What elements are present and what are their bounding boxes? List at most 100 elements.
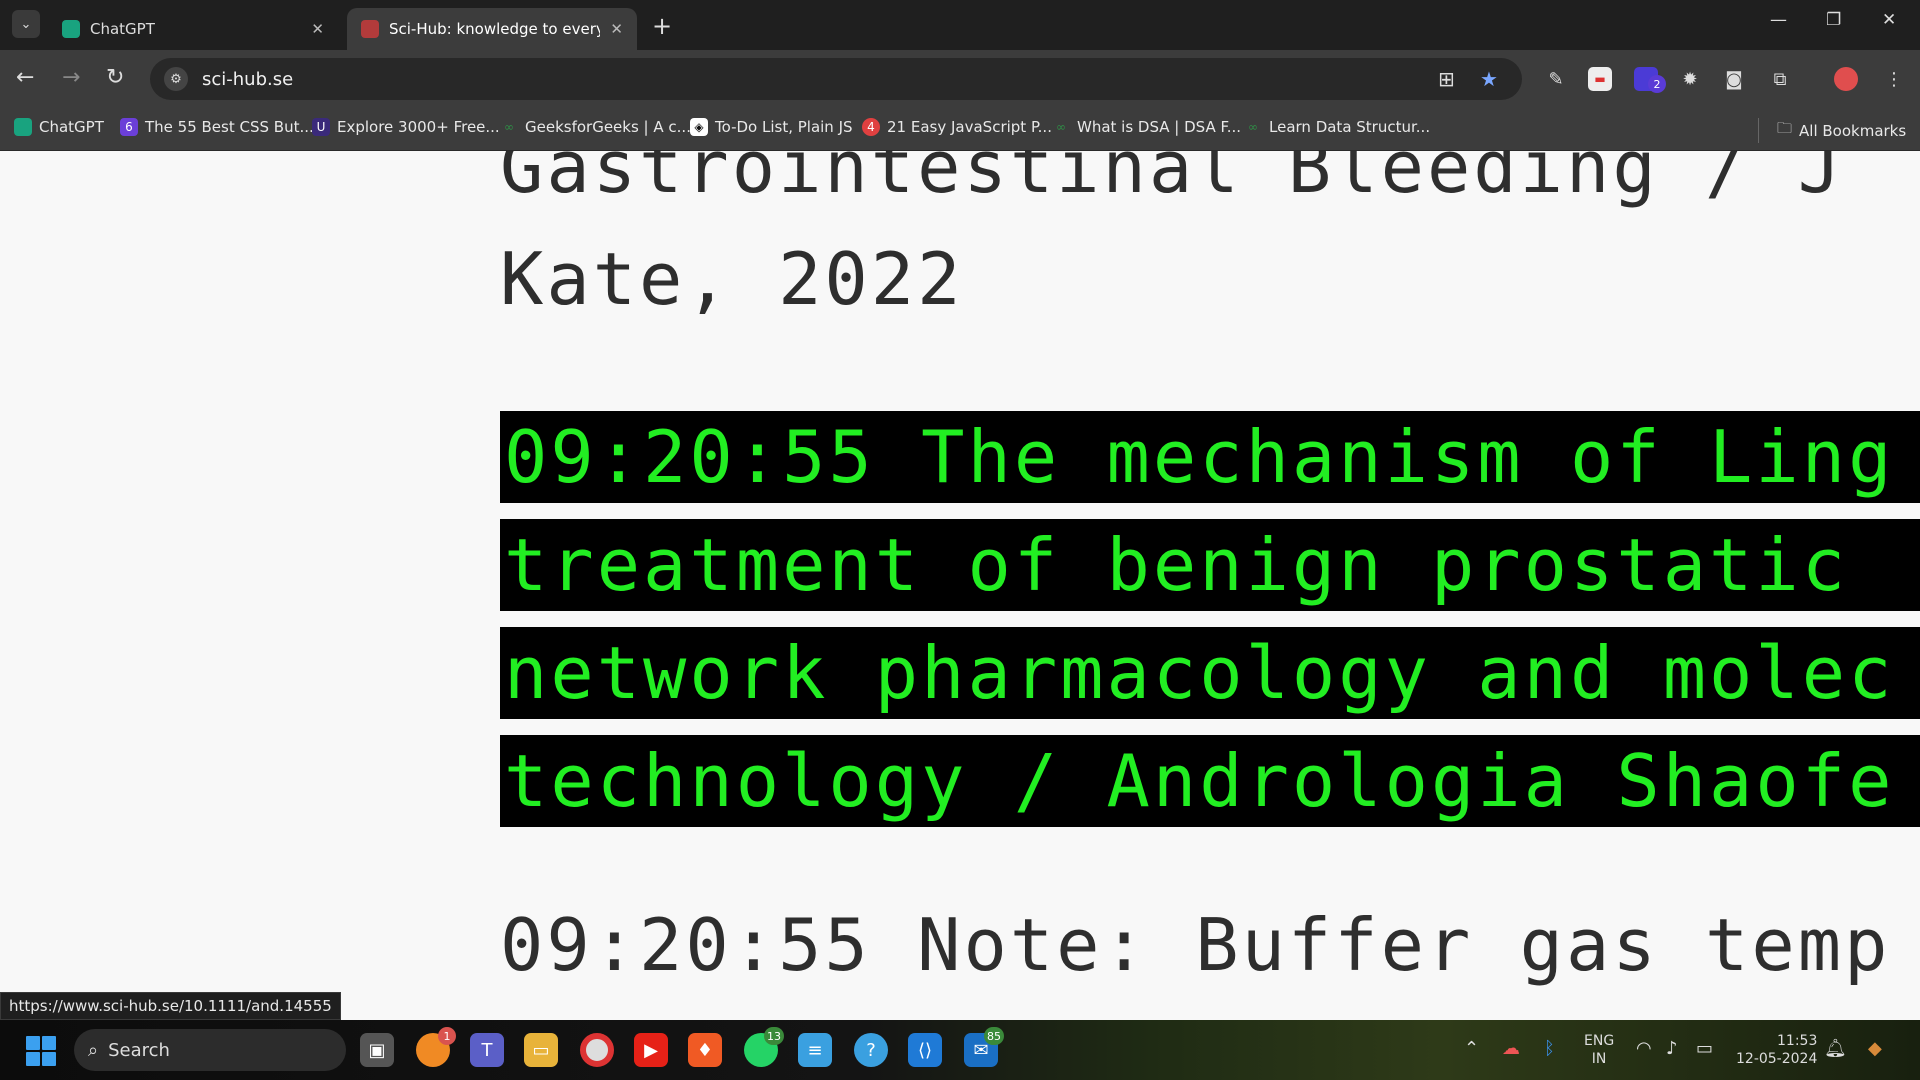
help-icon[interactable]: ? <box>854 1033 888 1067</box>
volume-icon[interactable]: ♪ <box>1666 1038 1678 1059</box>
profile-avatar[interactable] <box>1834 67 1858 91</box>
tab-strip: ⌄ ChatGPT ✕ Sci-Hub: knowledge to everyo… <box>0 0 1920 50</box>
date-label: 12-05-2024 <box>1736 1051 1818 1067</box>
bookmark-label: 21 Easy JavaScript P... <box>887 118 1052 136</box>
bluetooth-icon[interactable]: ᛒ <box>1544 1038 1555 1059</box>
highlight-log-line: technology / Andrologia Shaofe <box>500 735 1920 827</box>
notification-badge: 1 <box>438 1027 456 1045</box>
language-indicator[interactable]: ENG IN <box>1584 1032 1614 1068</box>
highlight-log-line: treatment of benign prostatic <box>500 519 1920 611</box>
bookmark-label: Learn Data Structur... <box>1269 118 1431 136</box>
notepad-icon[interactable]: ≡ <box>798 1033 832 1067</box>
tab-title: ChatGPT <box>90 20 155 38</box>
back-button[interactable]: ← <box>16 65 34 90</box>
youtube-icon[interactable]: ▶ <box>634 1033 668 1067</box>
chrome-icon[interactable] <box>580 1033 614 1067</box>
bookmark-item[interactable]: 4 21 Easy JavaScript P... <box>862 118 1052 136</box>
bookmark-label: To-Do List, Plain JS <box>715 118 853 136</box>
restore-button[interactable]: ❐ <box>1826 10 1841 30</box>
tab-scihub[interactable]: Sci-Hub: knowledge to everyone ✕ <box>347 8 637 50</box>
chevron-down-icon: ⌄ <box>20 16 32 32</box>
teams-icon[interactable]: T <box>470 1033 504 1067</box>
gfg-icon: ∞ <box>504 120 514 134</box>
highlight-log-line: network pharmacology and molec <box>500 627 1920 719</box>
bookmark-item[interactable]: ChatGPT <box>14 118 104 136</box>
bookmark-item[interactable]: 6 The 55 Best CSS But... <box>120 118 314 136</box>
highlight-log-line: 09:20:55 The mechanism of Ling <box>500 411 1920 503</box>
search-icon: ⌕ <box>88 1039 99 1061</box>
vscode-icon[interactable]: ⟨⟩ <box>908 1033 942 1067</box>
bookmark-label: What is DSA | DSA F... <box>1077 118 1242 136</box>
task-view-icon[interactable]: ▣ <box>360 1033 394 1067</box>
new-tab-button[interactable]: + <box>652 12 672 40</box>
tab-search-dropdown[interactable]: ⌄ <box>12 10 40 38</box>
bookmark-item[interactable]: ∞ GeeksforGeeks | A c... <box>500 118 691 136</box>
gfg-icon: ∞ <box>1056 120 1066 134</box>
all-bookmarks-label: All Bookmarks <box>1799 121 1907 140</box>
time-label: 11:53 <box>1777 1033 1818 1049</box>
close-window-button[interactable]: ✕ <box>1882 10 1896 30</box>
reload-button[interactable]: ↻ <box>106 65 124 90</box>
address-bar[interactable]: ⚙ sci-hub.se ⊞ ★ <box>150 58 1522 100</box>
ui-icon: U <box>312 118 330 136</box>
translate-icon[interactable]: ⊞ <box>1438 67 1455 91</box>
log-line: Kate, 2022 <box>500 237 964 321</box>
menu-kebab-icon[interactable]: ⋮ <box>1882 67 1906 91</box>
notification-badge: 85 <box>984 1027 1004 1045</box>
address-url[interactable]: sci-hub.se <box>202 69 293 90</box>
extension-icon[interactable]: 2 <box>1634 67 1666 93</box>
all-bookmarks-button[interactable]: 🗀 All Bookmarks <box>1758 118 1906 143</box>
chatgpt-icon <box>62 20 80 38</box>
browser-toolbar: ← → ↻ ⚙ sci-hub.se ⊞ ★ ✎ ▬ 2 ✹ ◙ ⧉ ⋮ <box>0 50 1920 108</box>
file-explorer-icon[interactable]: ▭ <box>524 1033 558 1067</box>
copilot-icon[interactable]: ◆ <box>1868 1038 1882 1059</box>
six-icon: 6 <box>120 118 138 136</box>
bookmark-item[interactable]: U Explore 3000+ Free... <box>312 118 500 136</box>
bookmark-item[interactable]: ∞ Learn Data Structur... <box>1244 118 1430 136</box>
log-line: 09:20:55 Note: Buffer gas temp <box>500 903 1891 987</box>
taskbar: ⌕ Search ▣ 1 T ▭ ▶ ♦ 13 ≡ ? ⟨⟩ ✉ 85 ⌃ ☁ … <box>0 1020 1920 1080</box>
minimize-button[interactable]: — <box>1770 10 1787 30</box>
chatgpt-icon <box>14 118 32 136</box>
onedrive-error-icon[interactable]: ☁ <box>1502 1038 1520 1059</box>
chevron-up-icon[interactable]: ⌃ <box>1464 1038 1479 1059</box>
notification-badge: 13 <box>764 1027 784 1045</box>
tab-title: Sci-Hub: knowledge to everyone <box>389 20 601 38</box>
page-content: Gastrointestinal Bleeding / J Kate, 2022… <box>0 151 1920 1019</box>
site-info-icon[interactable]: ⚙ <box>164 67 188 91</box>
forward-button[interactable]: → <box>62 65 80 90</box>
gear-icon[interactable]: ✹ <box>1678 67 1702 91</box>
mail-icon[interactable]: ✉ 85 <box>964 1027 1004 1067</box>
wifi-icon[interactable]: ◠ <box>1636 1038 1652 1059</box>
region-label: IN <box>1591 1051 1607 1067</box>
eyedropper-icon[interactable]: ✎ <box>1544 67 1568 91</box>
taskbar-search[interactable]: ⌕ Search <box>74 1029 346 1071</box>
bookmark-label: GeeksforGeeks | A c... <box>525 118 691 136</box>
bookmarks-bar: ChatGPT 6 The 55 Best CSS But... U Explore… <box>0 108 1920 151</box>
folder-icon: 🗀 <box>1777 119 1793 137</box>
camera-icon[interactable]: ◙ <box>1722 67 1746 91</box>
codepen-icon: ◈ <box>690 118 708 136</box>
calendar-extension-icon[interactable]: ▬ <box>1588 67 1612 91</box>
scihub-icon <box>361 20 379 38</box>
bookmark-item[interactable]: ◈ To-Do List, Plain JS <box>690 118 853 136</box>
bookmark-star-icon[interactable]: ★ <box>1480 67 1498 91</box>
close-icon[interactable]: ✕ <box>311 20 324 38</box>
tab-chatgpt[interactable]: ChatGPT ✕ <box>48 8 338 50</box>
windows-start-icon[interactable] <box>26 1036 56 1066</box>
puzzle-icon[interactable]: ⧉ <box>1768 67 1792 91</box>
link-status-bubble: https://www.sci-hub.se/10.1111/and.14555 <box>0 992 341 1020</box>
close-icon[interactable]: ✕ <box>610 20 623 38</box>
extension-badge: 2 <box>1648 75 1666 93</box>
whatsapp-icon[interactable]: 13 <box>744 1027 784 1067</box>
notification-bell-icon[interactable]: 🔔︎ <box>1824 1038 1847 1059</box>
log-line: Gastrointestinal Bleeding / J <box>500 151 1845 209</box>
bookmark-label: Explore 3000+ Free... <box>337 118 500 136</box>
gfg-icon: ∞ <box>1248 120 1258 134</box>
bookmark-label: The 55 Best CSS But... <box>145 118 314 136</box>
brave-icon[interactable]: ♦ <box>688 1033 722 1067</box>
battery-icon[interactable]: ▭ <box>1696 1038 1713 1059</box>
orange-app-icon[interactable]: 1 <box>416 1027 456 1067</box>
bookmark-item[interactable]: ∞ What is DSA | DSA F... <box>1052 118 1241 136</box>
clock[interactable]: 11:53 12-05-2024 <box>1736 1032 1817 1068</box>
